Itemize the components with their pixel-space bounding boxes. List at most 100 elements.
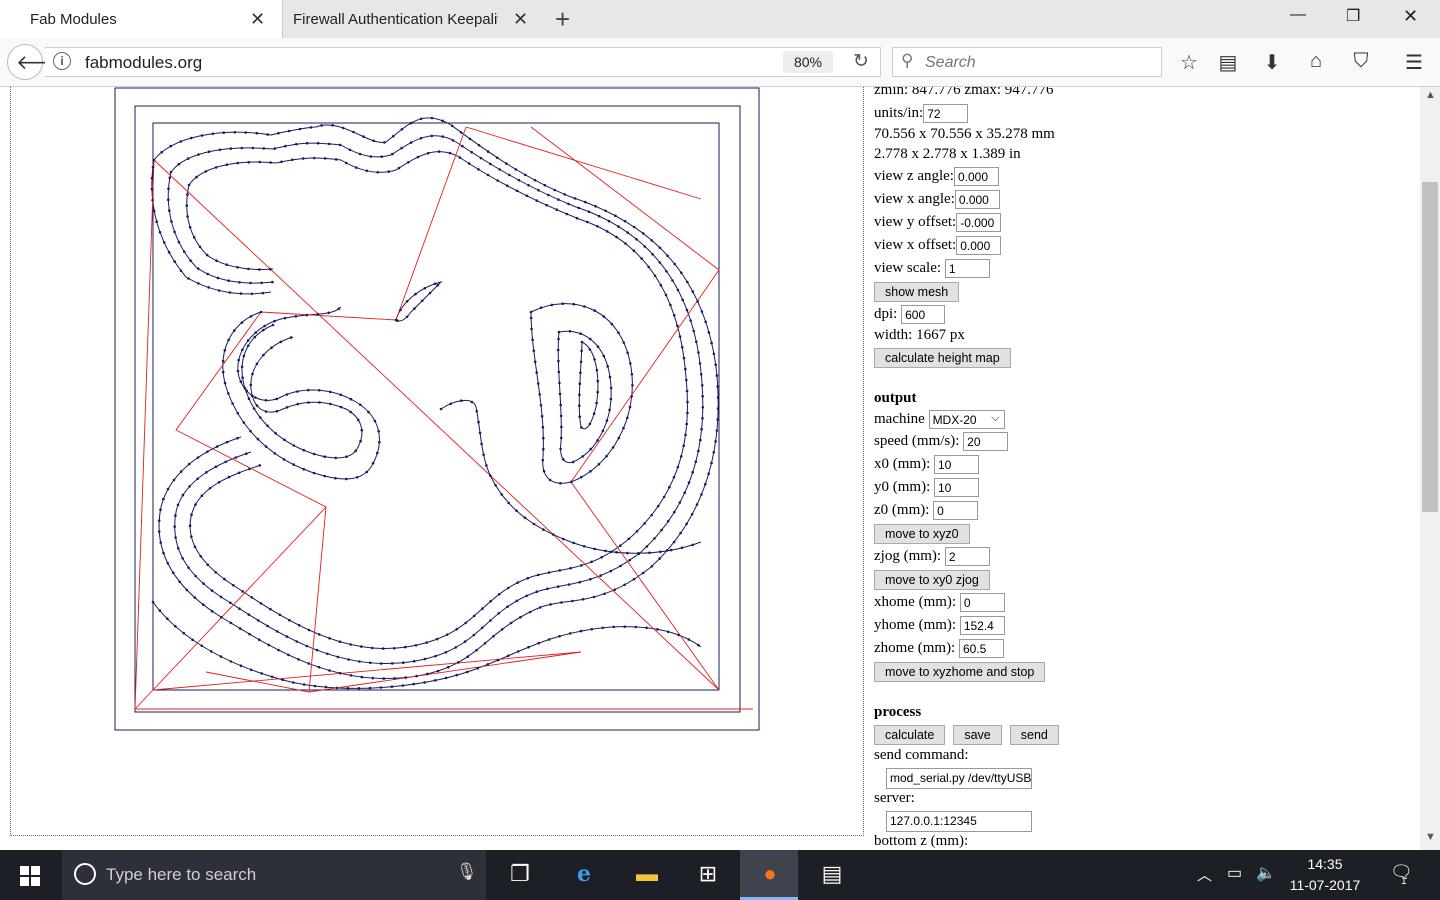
y0-input[interactable]: 10 [934, 478, 979, 497]
path-vertex [371, 461, 375, 465]
page-scrollbar[interactable]: ▲ ▼ [1420, 87, 1440, 850]
reading-list-icon[interactable]: ▤ [1215, 50, 1241, 75]
download-icon[interactable]: ⬇ [1259, 50, 1285, 75]
path-vertex [707, 472, 710, 476]
xhome-input[interactable]: 0 [959, 593, 1005, 612]
network-icon[interactable]: ▭ [1227, 863, 1242, 883]
edge-icon: e [577, 861, 591, 887]
windows-start-icon[interactable] [20, 866, 40, 886]
taskbar-clock[interactable]: 14:35 11-07-2017 [1280, 854, 1370, 896]
view-y-offset-input[interactable]: -0.000 [956, 213, 1002, 232]
toolpath-viewport[interactable] [10, 87, 864, 836]
path-vertex [542, 469, 546, 473]
path-vertex [696, 300, 699, 303]
view-x-offset-input[interactable]: 0.000 [956, 236, 1002, 255]
bookmark-star-icon[interactable]: ☆ [1176, 50, 1202, 75]
path-vertex [530, 327, 533, 331]
path-vertex [489, 600, 492, 603]
home-icon[interactable]: ⌂ [1303, 50, 1329, 73]
move-to-xyz0-button[interactable]: move to xyz0 [874, 524, 970, 544]
calculate-height-map-button[interactable]: calculate height map [874, 348, 1011, 368]
server-input[interactable]: 127.0.0.1:12345 [886, 811, 1032, 832]
send-button[interactable]: send [1009, 725, 1059, 745]
scroll-down-icon[interactable]: ▼ [1425, 831, 1436, 843]
path-vertex [436, 283, 440, 287]
path-vertex [227, 338, 230, 342]
info-icon[interactable]: i [53, 52, 71, 70]
path-vertex [372, 139, 375, 143]
scroll-up-icon[interactable]: ▲ [1425, 89, 1436, 101]
path-vertex [236, 436, 239, 440]
close-icon[interactable]: ✕ [250, 9, 265, 30]
store-app[interactable]: ⊞ [678, 850, 736, 900]
path-vertex [412, 682, 416, 686]
path-vertex [250, 394, 254, 398]
path-vertex [550, 303, 554, 307]
path-vertex [486, 150, 490, 153]
path-vertex [327, 142, 331, 146]
yhome-input[interactable]: 152.4 [959, 616, 1005, 635]
path-vertex [404, 676, 408, 679]
view-scale-input[interactable]: 1 [944, 259, 990, 278]
restore-icon[interactable]: ❐ [1346, 6, 1360, 26]
path-vertex [280, 160, 283, 164]
path-vertex [610, 322, 614, 326]
path-vertex [283, 316, 287, 320]
path-vertex [565, 212, 569, 216]
path-vertex [392, 134, 395, 138]
task-view-button[interactable]: ❐ [490, 850, 548, 900]
edge-app[interactable]: e [554, 850, 612, 900]
path-vertex [677, 633, 680, 637]
microphone-icon[interactable]: 🎙 [456, 862, 478, 882]
url-text[interactable]: fabmodules.org [85, 53, 202, 73]
pocket-icon[interactable]: ⛉ [1348, 50, 1374, 73]
dpi-input[interactable]: 600 [901, 305, 946, 324]
save-button[interactable]: save [953, 725, 1002, 745]
machine-select[interactable]: MDX-20 ⌵ [928, 410, 1005, 429]
path-vertex [334, 456, 338, 460]
reload-icon[interactable]: ↻ [853, 50, 869, 73]
path-vertex [380, 662, 383, 665]
taskbar-search-placeholder[interactable]: Type here to search [106, 865, 256, 885]
scroll-thumb[interactable] [1422, 182, 1438, 512]
move-to-xy0-zjog-button[interactable]: move to xy0 zjog [874, 570, 990, 590]
back-button[interactable]: 🡐 [7, 44, 70, 80]
calculate-button[interactable]: calculate [874, 725, 946, 745]
path-vertex [167, 187, 170, 190]
path-vertex [672, 314, 676, 317]
tab-firewall-authentication[interactable]: Firewall Authentication Keepalive ✕ [283, 0, 540, 38]
path-vertex [480, 442, 483, 446]
address-bar[interactable]: i fabmodules.org 80% ↻ [45, 47, 881, 77]
taskbar-search-box[interactable]: Type here to search 🎙 [62, 850, 486, 900]
show-mesh-button[interactable]: show mesh [874, 282, 960, 302]
path-vertex [183, 250, 186, 253]
move-to-xyzhome-button[interactable]: move to xyzhome and stop [874, 662, 1046, 682]
path-vertex [505, 184, 509, 187]
window-close-icon[interactable]: ✕ [1403, 6, 1418, 27]
volume-icon[interactable]: 🔈 [1256, 863, 1276, 883]
tab-fab-modules[interactable]: Fab Modules ✕ [0, 0, 283, 38]
z0-input[interactable]: 0 [933, 501, 979, 520]
path-vertex [668, 485, 671, 489]
zhome-input[interactable]: 60.5 [958, 639, 1004, 658]
menu-icon[interactable]: ☰ [1401, 50, 1427, 75]
units-input[interactable]: 72 [923, 104, 969, 123]
view-x-angle-input[interactable]: 0.000 [954, 190, 1000, 209]
file-explorer-app[interactable]: ▬ [617, 850, 675, 900]
path-vertex [695, 503, 699, 506]
printer-app[interactable]: ▤ [802, 850, 860, 900]
view-z-angle-input[interactable]: 0.000 [953, 167, 999, 186]
firefox-app[interactable]: ● [740, 850, 798, 900]
path-vertex [461, 144, 464, 148]
new-tab-icon[interactable]: + [555, 4, 570, 35]
speed-input[interactable]: 20 [963, 432, 1009, 451]
x0-input[interactable]: 10 [934, 455, 979, 474]
search-bar[interactable]: ⚲ [892, 47, 1162, 77]
zjog-input[interactable]: 2 [944, 547, 990, 566]
search-input[interactable] [923, 50, 1157, 76]
zoom-level[interactable]: 80% [783, 51, 833, 73]
tray-chevron-up-icon[interactable]: ︿ [1197, 864, 1212, 885]
minimize-icon[interactable]: — [1290, 6, 1306, 24]
send-command-input[interactable]: mod_serial.py /dev/ttyUSB0 [886, 768, 1032, 789]
close-icon[interactable]: ✕ [513, 9, 528, 30]
